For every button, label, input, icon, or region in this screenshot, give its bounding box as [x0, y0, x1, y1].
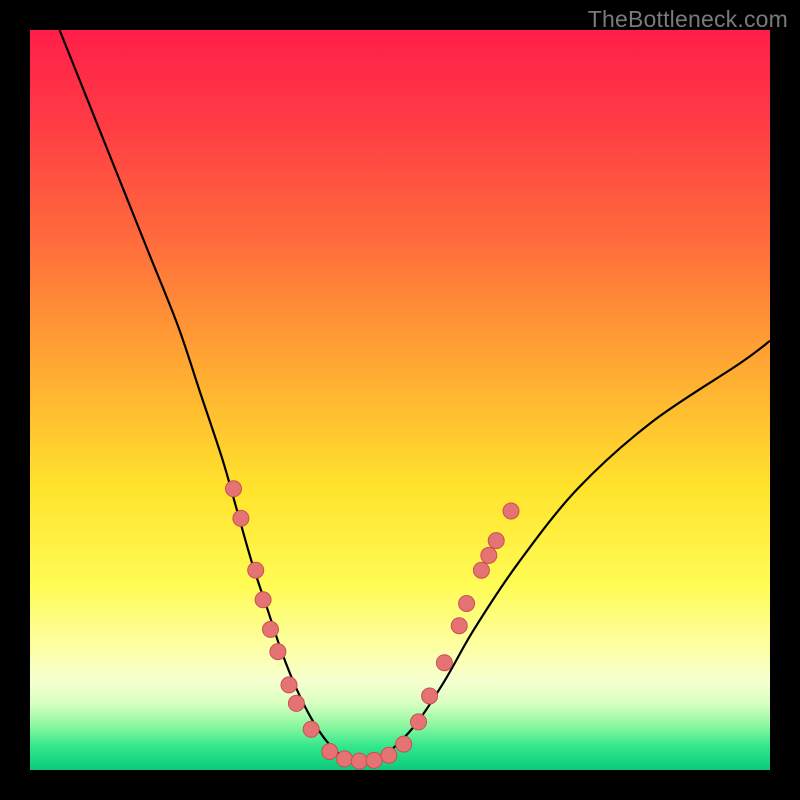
data-marker — [422, 688, 438, 704]
data-marker — [322, 744, 338, 760]
data-marker — [337, 751, 353, 767]
data-marker — [226, 481, 242, 497]
bottleneck-curve — [60, 30, 770, 764]
data-marker — [248, 562, 264, 578]
data-marker — [411, 714, 427, 730]
data-marker — [503, 503, 519, 519]
data-marker — [481, 547, 497, 563]
watermark-text: TheBottleneck.com — [588, 6, 788, 33]
data-marker — [459, 596, 475, 612]
data-marker — [396, 736, 412, 752]
data-marker — [473, 562, 489, 578]
data-marker — [436, 655, 452, 671]
chart-svg — [30, 30, 770, 770]
data-marker — [303, 721, 319, 737]
data-marker — [381, 747, 397, 763]
data-marker — [263, 621, 279, 637]
marker-group — [226, 481, 520, 769]
data-marker — [451, 618, 467, 634]
data-marker — [288, 695, 304, 711]
data-marker — [255, 592, 271, 608]
data-marker — [270, 644, 286, 660]
data-marker — [366, 752, 382, 768]
chart-frame: TheBottleneck.com — [0, 0, 800, 800]
data-marker — [488, 533, 504, 549]
plot-area — [30, 30, 770, 770]
data-marker — [351, 753, 367, 769]
data-marker — [281, 677, 297, 693]
data-marker — [233, 510, 249, 526]
